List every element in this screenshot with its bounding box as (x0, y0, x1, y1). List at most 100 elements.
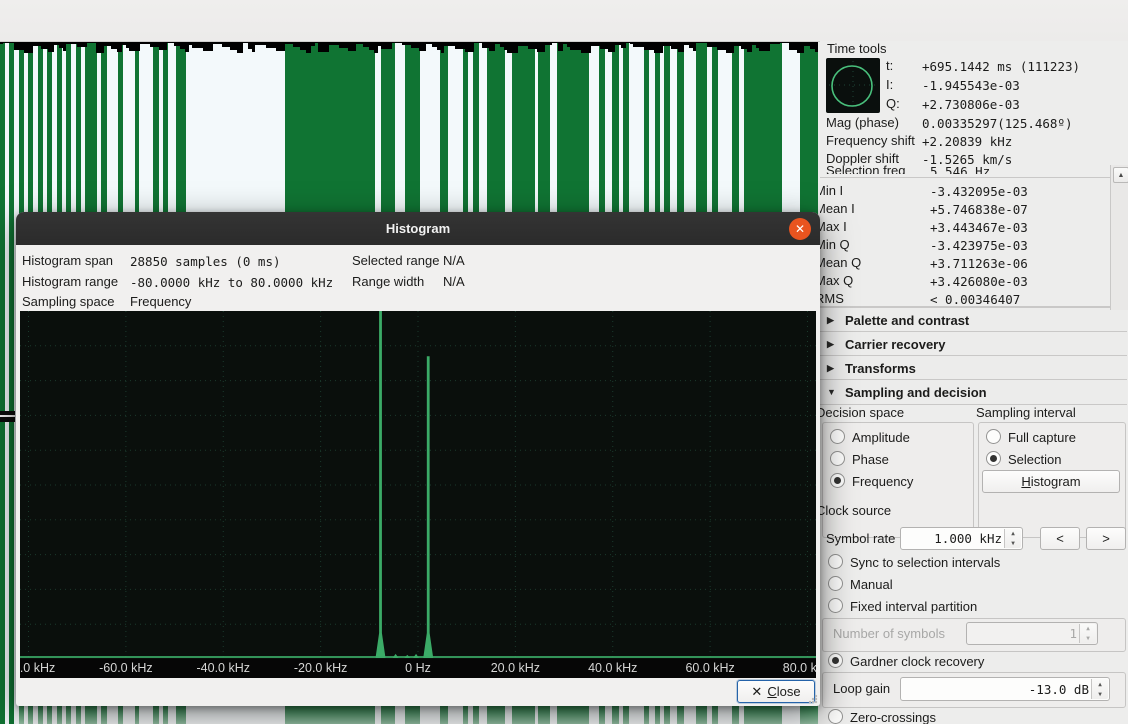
stat-value: +5.746838e-07 (930, 202, 1028, 217)
x-tick-label: 0 Hz (405, 661, 431, 675)
q-label: Q: (886, 96, 900, 111)
radio-amplitude-label[interactable]: Amplitude (852, 430, 910, 445)
constellation-icon (826, 58, 880, 112)
symbol-rate-prev-button[interactable]: < (1040, 527, 1080, 550)
radio-gardner-clock-recovery[interactable] (828, 653, 843, 668)
i-value: -1.945543e-03 (922, 78, 1020, 93)
x-tick-label: -80.0 kHz (20, 661, 55, 675)
resize-grip[interactable] (808, 694, 818, 704)
section-carrier-recovery[interactable]: ▶ Carrier recovery (820, 331, 1127, 356)
radio-full-capture-label[interactable]: Full capture (1008, 430, 1076, 445)
waveform-top-marks (0, 42, 818, 56)
close-icon[interactable]: ✕ (789, 218, 811, 240)
radio-zero-crossings-label[interactable]: Zero-crossings (850, 710, 936, 724)
radio-zero-crossings[interactable] (828, 709, 843, 724)
range-width-value: N/A (443, 274, 465, 289)
less-than-icon: < (1056, 531, 1064, 546)
stat-value: +3.443467e-03 (930, 220, 1028, 235)
radio-sync-selection-intervals[interactable] (828, 554, 843, 569)
radio-gardner-clock-recovery-label[interactable]: Gardner clock recovery (850, 654, 984, 669)
stat-label: Mean Q (820, 255, 861, 270)
x-tick-label: -20.0 kHz (294, 661, 348, 675)
section-palette-and-contrast[interactable]: ▶ Palette and contrast (820, 307, 1127, 332)
histogram-plot[interactable] (20, 311, 816, 659)
spinbox-arrows[interactable]: ▲▼ (1091, 679, 1108, 699)
radio-phase[interactable] (830, 451, 845, 466)
stat-label: Max Q (820, 273, 853, 288)
section-label: Carrier recovery (845, 337, 945, 352)
stat-value: -3.432095e-03 (930, 184, 1028, 199)
spin-down-icon: ▼ (1011, 540, 1015, 547)
chevron-right-icon: ▶ (827, 315, 837, 326)
radio-phase-label[interactable]: Phase (852, 452, 889, 467)
loop-gain-value: -13.0 dB (1029, 682, 1089, 697)
histogram-button[interactable]: Histogram (982, 470, 1120, 493)
t-label: t: (886, 58, 893, 73)
stream-position-marker[interactable] (0, 411, 15, 422)
selected-range-value: N/A (443, 253, 465, 268)
stat-value: +3.426080e-03 (930, 274, 1028, 289)
stat-label: Mean I (820, 201, 855, 216)
number-of-symbols-label: Number of symbols (833, 626, 945, 641)
frequency-shift-label: Frequency shift (826, 133, 915, 148)
i-label: I: (886, 77, 893, 92)
sampling-interval-title: Sampling interval (976, 405, 1076, 420)
section-label: Sampling and decision (845, 385, 987, 400)
stat-label: Min I (820, 183, 843, 198)
selection-freq-label: Selection freq (826, 163, 906, 174)
symbol-rate-next-button[interactable]: > (1086, 527, 1126, 550)
radio-fixed-interval-partition-label[interactable]: Fixed interval partition (850, 599, 977, 614)
radio-frequency[interactable] (830, 473, 845, 488)
radio-frequency-label[interactable]: Frequency (852, 474, 913, 489)
section-transforms[interactable]: ▶ Transforms (820, 355, 1127, 380)
clock-source-title: Clock source (820, 503, 891, 518)
x-tick-label: 80.0 kHz (783, 661, 816, 675)
radio-amplitude[interactable] (830, 429, 845, 444)
histogram-plot-svg (20, 311, 816, 659)
x-tick-label: -60.0 kHz (99, 661, 153, 675)
dialog-titlebar[interactable]: Histogram ✕ (16, 212, 820, 245)
scroll-up-arrow-icon[interactable]: ▲ (1113, 167, 1128, 183)
stat-value: +3.711263e-06 (930, 256, 1028, 271)
greater-than-icon: > (1102, 531, 1110, 546)
selection-freq-value: 5.546 Hz (930, 164, 990, 174)
divider (820, 177, 1112, 178)
x-tick-label: 60.0 kHz (685, 661, 734, 675)
spin-down-icon: ▼ (1086, 635, 1090, 642)
histogram-span-value: 28850 samples (0 ms) (130, 254, 281, 269)
spinbox-arrows[interactable]: ▲▼ (1004, 529, 1021, 548)
app-window: Time tools t: +695.1442 ms (111223) I: -… (0, 0, 1128, 724)
close-button[interactable]: ✕ Close (737, 680, 815, 703)
loop-gain-input[interactable]: -13.0 dB ▲▼ (900, 677, 1110, 701)
section-label: Transforms (845, 361, 916, 376)
stat-label: RMS (820, 291, 844, 306)
chevron-right-icon: ▶ (827, 339, 837, 350)
stat-label: Min Q (820, 237, 850, 252)
section-sampling-and-decision[interactable]: ▼ Sampling and decision (820, 379, 1127, 405)
close-button-label: Close (767, 684, 800, 699)
histogram-x-axis: -80.0 kHz-60.0 kHz-40.0 kHz-20.0 kHz0 Hz… (20, 659, 816, 678)
radio-manual-label[interactable]: Manual (850, 577, 893, 592)
loop-gain-label: Loop gain (833, 681, 890, 696)
histogram-range-value: -80.0000 kHz to 80.0000 kHz (130, 275, 333, 290)
time-tools-title: Time tools (827, 41, 886, 56)
frequency-shift-value: +2.20839 kHz (922, 134, 1012, 149)
number-of-symbols-input: 1 ▲▼ (966, 622, 1098, 645)
radio-sync-selection-intervals-label[interactable]: Sync to selection intervals (850, 555, 1000, 570)
symbol-rate-input[interactable]: 1.000 kHz ▲▼ (900, 527, 1023, 550)
radio-selection-label[interactable]: Selection (1008, 452, 1061, 467)
close-x-icon: ✕ (751, 684, 762, 700)
spin-down-icon: ▼ (1098, 691, 1102, 698)
histogram-range-label: Histogram range (22, 274, 118, 289)
stats-scrollbar[interactable]: ▲ (1110, 165, 1128, 310)
spin-up-icon: ▲ (1011, 530, 1015, 537)
radio-full-capture[interactable] (986, 429, 1001, 444)
radio-fixed-interval-partition[interactable] (828, 598, 843, 613)
stat-value: < 0.00346407 (930, 292, 1020, 307)
q-value: +2.730806e-03 (922, 97, 1020, 112)
radio-selection[interactable] (986, 451, 1001, 466)
selection-freq-row-clipped: Selection freq 5.546 Hz (820, 163, 1112, 174)
mag-phase-value: 0.00335297(125.468º) (922, 116, 1073, 131)
radio-manual[interactable] (828, 576, 843, 591)
dialog-button-bar: ✕ Close (16, 678, 820, 706)
